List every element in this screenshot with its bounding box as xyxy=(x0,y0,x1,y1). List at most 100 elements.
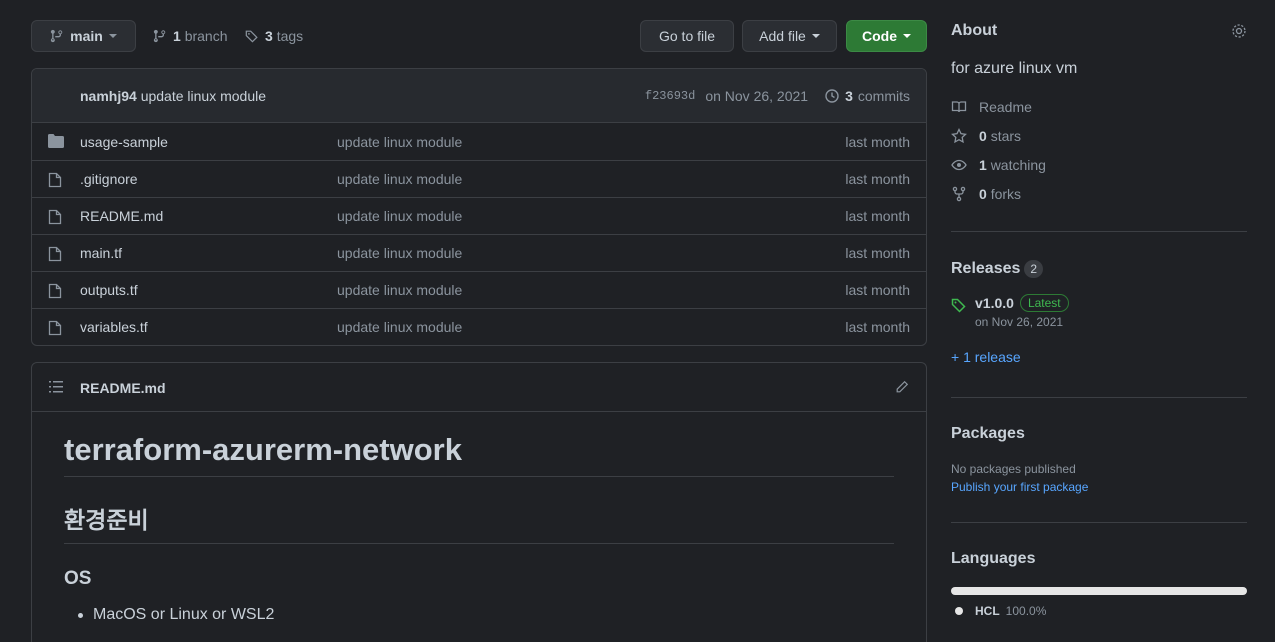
file-row[interactable]: usage-sample update linux module last mont… xyxy=(32,123,926,160)
star-icon xyxy=(951,127,967,143)
commit-message[interactable]: update linux module xyxy=(141,88,266,104)
latest-badge: Latest xyxy=(1019,294,1069,312)
release-item[interactable]: v1.0.0 Latest on Nov 26, 2021 xyxy=(951,294,1247,329)
publish-package-link[interactable]: Publish your first package xyxy=(951,480,1247,494)
tag-icon xyxy=(951,298,966,313)
file-icon xyxy=(48,172,62,188)
readme-link[interactable]: Readme xyxy=(951,92,1247,121)
tag-icon xyxy=(245,30,258,43)
add-file-button[interactable]: Add file xyxy=(742,20,837,52)
code-label: Code xyxy=(862,28,897,44)
file-commit-message[interactable]: update linux module xyxy=(337,171,462,187)
branches-label: branch xyxy=(184,28,228,44)
languages-title: Languages xyxy=(951,550,1036,567)
packages-title[interactable]: Packages xyxy=(951,425,1247,443)
chevron-down-icon xyxy=(903,34,911,38)
file-row[interactable]: .gitignore update linux module last month xyxy=(32,160,926,197)
gear-icon[interactable] xyxy=(1231,23,1247,39)
about-title: About xyxy=(951,22,998,39)
file-name[interactable]: usage-sample xyxy=(80,134,168,150)
file-commit-message[interactable]: update linux module xyxy=(337,245,462,261)
commit-meta: f23693d on Nov 26, 2021 3 commits xyxy=(645,88,910,104)
language-item[interactable]: HCL 100.0% xyxy=(951,604,1247,618)
readme-label: Readme xyxy=(979,98,1032,115)
file-icon xyxy=(48,209,62,225)
readme-heading-3: OS xyxy=(64,568,92,589)
file-commit-message[interactable]: update linux module xyxy=(337,134,462,150)
commit-date: on Nov 26, 2021 xyxy=(705,88,809,104)
about-description: for azure linux vm xyxy=(951,60,1078,77)
file-name[interactable]: outputs.tf xyxy=(80,282,138,298)
file-commit-age: last month xyxy=(845,282,910,298)
branches-count: 1 xyxy=(173,28,181,44)
language-name: HCL xyxy=(975,604,1000,618)
more-releases-link[interactable]: + 1 release xyxy=(951,349,1247,365)
tags-link[interactable]: 3 tags xyxy=(245,20,303,52)
go-to-file-button[interactable]: Go to file xyxy=(640,20,734,52)
file-row[interactable]: main.tf update linux module last month xyxy=(32,234,926,271)
language-bar xyxy=(951,587,1247,595)
file-row[interactable]: variables.tf update linux module last mont… xyxy=(32,308,926,345)
latest-commit-message: namhj94 update linux module xyxy=(80,88,266,104)
list-icon[interactable] xyxy=(49,381,63,393)
branch-select-button[interactable]: main xyxy=(31,20,136,52)
git-branch-icon xyxy=(153,29,166,43)
file-commit-message[interactable]: update linux module xyxy=(337,319,462,335)
list-item: MacOS or Linux or WSL2 xyxy=(78,606,894,624)
language-percent: 100.0% xyxy=(1005,604,1047,618)
language-bar-hcl xyxy=(951,587,1247,595)
file-icon-wrap xyxy=(48,283,62,302)
file-name[interactable]: main.tf xyxy=(80,245,122,261)
commits-label: commits xyxy=(857,88,910,104)
tags-label: tags xyxy=(276,28,304,44)
divider xyxy=(951,522,1247,523)
packages-section: Packages No packages published Publish y… xyxy=(951,425,1247,494)
branches-link[interactable]: 1 branch xyxy=(153,20,228,52)
releases-count: 2 xyxy=(1024,260,1044,278)
commit-author[interactable]: namhj94 xyxy=(80,88,137,104)
file-icon-wrap xyxy=(48,320,62,339)
file-row[interactable]: README.md update linux module last month xyxy=(32,197,926,234)
commits-count: 3 xyxy=(845,88,853,104)
file-icon-wrap xyxy=(48,209,62,228)
file-commit-age: last month xyxy=(845,245,910,261)
code-button[interactable]: Code xyxy=(846,20,927,52)
pencil-icon[interactable] xyxy=(895,380,909,394)
folder-icon xyxy=(48,134,64,148)
commits-link[interactable]: 3 commits xyxy=(824,88,910,104)
file-commit-message[interactable]: update linux module xyxy=(337,208,462,224)
folder-icon-wrap xyxy=(48,134,64,151)
file-icon-wrap xyxy=(48,246,62,265)
file-commit-age: last month xyxy=(845,319,910,335)
file-name[interactable]: variables.tf xyxy=(80,319,148,335)
forks-label: forks xyxy=(990,185,1022,202)
file-name[interactable]: .gitignore xyxy=(80,171,138,187)
file-name[interactable]: README.md xyxy=(80,208,163,224)
readme-header: README.md xyxy=(32,363,926,412)
commit-sha[interactable]: f23693d xyxy=(645,89,695,103)
watching-link[interactable]: 1 watching xyxy=(951,150,1247,179)
release-version: v1.0.0 xyxy=(975,295,1014,311)
eye-icon xyxy=(951,159,967,170)
file-browser: namhj94 update linux module f23693d on N… xyxy=(31,68,927,346)
file-row[interactable]: outputs.tf update linux module last month xyxy=(32,271,926,308)
divider xyxy=(951,397,1247,398)
repo-toolbar: main 1 branch 3 tags Go to file Add file… xyxy=(31,20,927,52)
chevron-down-icon xyxy=(811,34,820,38)
file-commit-age: last month xyxy=(845,171,910,187)
watching-count: 1 xyxy=(979,156,987,173)
file-commit-message[interactable]: update linux module xyxy=(337,282,462,298)
releases-header[interactable]: Releases 2 xyxy=(951,260,1247,278)
book-icon xyxy=(951,100,967,112)
languages-section: Languages HCL 100.0% xyxy=(951,550,1247,618)
git-branch-icon xyxy=(51,29,63,43)
file-icon-wrap xyxy=(48,172,62,191)
file-list: usage-sample update linux module last mont… xyxy=(32,123,926,345)
forks-count: 0 xyxy=(979,185,987,202)
stars-link[interactable]: 0 stars xyxy=(951,121,1247,150)
chevron-down-icon xyxy=(108,34,117,38)
list-item-text: MacOS or Linux or WSL2 xyxy=(93,606,275,623)
file-icon xyxy=(48,246,62,262)
readme-filename: README.md xyxy=(80,380,166,396)
forks-link[interactable]: 0 forks xyxy=(951,179,1247,208)
